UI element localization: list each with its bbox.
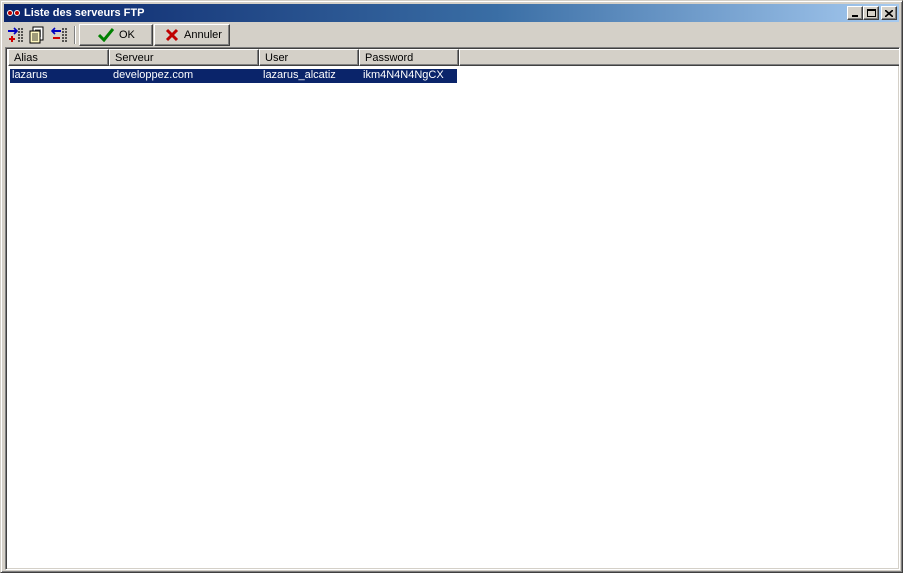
cell-server: developpez.com [113,69,194,81]
remove-server-icon [51,27,67,42]
close-icon [885,9,893,17]
title-bar[interactable]: Liste des serveurs FTP [4,4,899,22]
cell-user: lazarus_alcatiz [263,69,336,81]
list-header: Alias Serveur User Password [8,49,899,66]
add-server-button[interactable] [6,25,26,45]
remove-server-button[interactable] [50,25,70,45]
column-header-alias[interactable]: Alias [8,49,109,66]
checkmark-icon [98,28,114,42]
minimize-icon [852,15,858,17]
servers-list[interactable]: Alias Serveur User Password lazarus deve… [5,47,900,570]
ftp-servers-window: Liste des serveurs FTP OK Annuler Alias … [0,0,903,573]
ok-button[interactable]: OK [79,24,153,46]
column-header-server[interactable]: Serveur [109,49,259,66]
edit-server-button[interactable] [28,25,48,45]
close-button[interactable] [881,6,897,20]
minimize-button[interactable] [847,6,863,20]
cell-password: ikm4N4N4NgCX [363,69,444,81]
app-icon[interactable] [6,5,22,21]
list-rows: lazarus developpez.com lazarus_alcatiz i… [10,69,457,83]
cell-alias: lazarus [12,69,48,81]
edit-server-icon [29,26,44,44]
column-header-password[interactable]: Password [359,49,459,66]
maximize-button[interactable] [863,6,879,20]
ok-label: OK [119,29,135,41]
toolbar-separator [74,26,76,44]
window-title: Liste des serveurs FTP [24,7,145,19]
column-header-filler [459,49,899,66]
toolbar: OK Annuler [4,24,899,46]
cancel-label: Annuler [184,29,222,41]
table-row[interactable]: lazarus developpez.com lazarus_alcatiz i… [10,69,457,83]
title-buttons [847,6,897,20]
maximize-icon [866,9,876,17]
cancel-x-icon [165,28,179,42]
add-server-icon [8,27,23,42]
column-header-user[interactable]: User [259,49,359,66]
cancel-button[interactable]: Annuler [154,24,230,46]
